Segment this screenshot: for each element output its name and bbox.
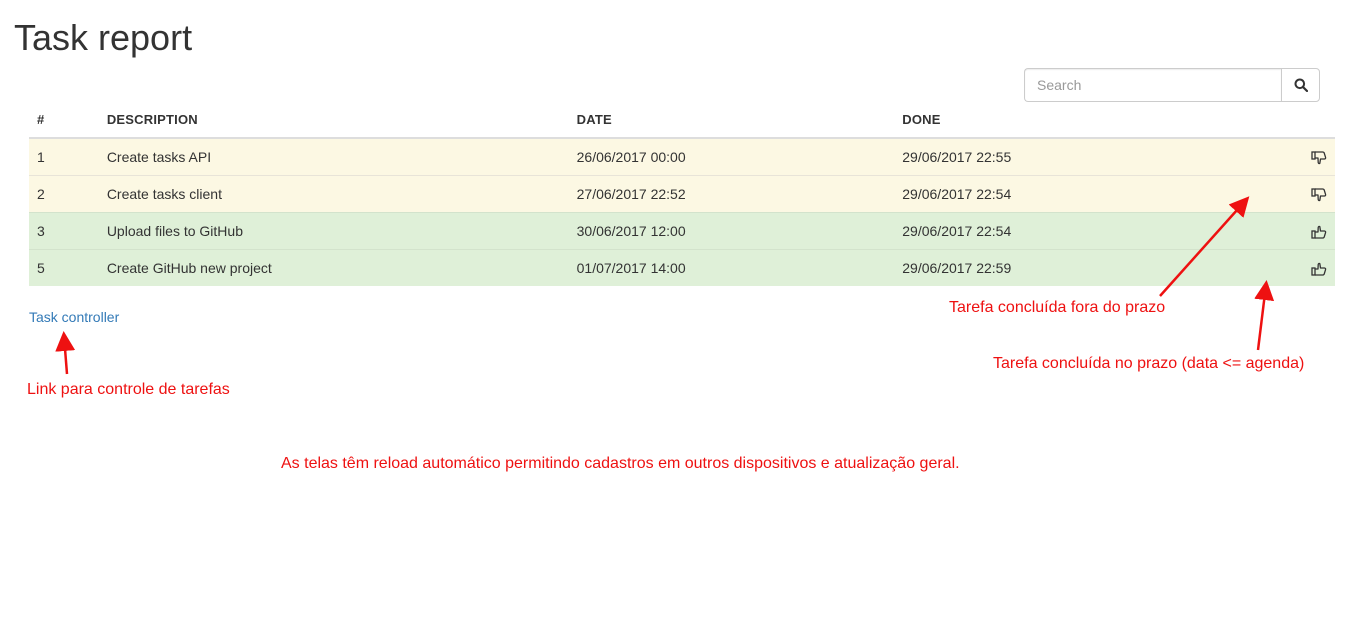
cell-description: Create GitHub new project bbox=[98, 249, 569, 286]
header-done[interactable]: DONE bbox=[894, 102, 1219, 139]
cell-done: 29/06/2017 22:54 bbox=[894, 175, 1219, 213]
cell-description: Create tasks API bbox=[98, 137, 569, 176]
cell-done: 29/06/2017 22:55 bbox=[894, 137, 1219, 176]
cell-num: 5 bbox=[29, 249, 99, 286]
thumbs-up-icon bbox=[1311, 225, 1327, 239]
cell-date: 01/07/2017 14:00 bbox=[568, 249, 895, 286]
annotation-link: Link para controle de tarefas bbox=[27, 381, 230, 398]
cell-num: 1 bbox=[29, 137, 99, 176]
cell-num: 3 bbox=[29, 212, 99, 250]
annotation-reload: As telas têm reload automático permitind… bbox=[281, 455, 960, 472]
annotation-on-time: Tarefa concluída no prazo (data <= agend… bbox=[993, 355, 1305, 372]
table-row[interactable]: 2 Create tasks client 27/06/2017 22:52 2… bbox=[29, 175, 1335, 213]
table-header-row: # DESCRIPTION DATE DONE bbox=[29, 102, 1335, 139]
thumbs-up-icon bbox=[1311, 262, 1327, 276]
page-title: Task report bbox=[14, 17, 193, 58]
cell-status bbox=[1219, 175, 1335, 213]
header-date[interactable]: DATE bbox=[568, 102, 895, 139]
task-table: # DESCRIPTION DATE DONE 1 Create tasks A… bbox=[29, 102, 1335, 286]
header-num[interactable]: # bbox=[29, 102, 99, 139]
cell-status bbox=[1219, 249, 1335, 286]
annotation-late: Tarefa concluída fora do prazo bbox=[949, 299, 1166, 316]
search-icon bbox=[1294, 78, 1308, 92]
cell-status bbox=[1219, 137, 1335, 176]
search-button[interactable] bbox=[1281, 68, 1320, 102]
arrow-link bbox=[55, 331, 76, 375]
header-status bbox=[1219, 102, 1335, 139]
search-input[interactable] bbox=[1024, 68, 1281, 102]
task-controller-link[interactable]: Task controller bbox=[29, 309, 119, 325]
table-row[interactable]: 3 Upload files to GitHub 30/06/2017 12:0… bbox=[29, 212, 1335, 250]
search-group bbox=[1024, 68, 1320, 102]
table-row[interactable]: 5 Create GitHub new project 01/07/2017 1… bbox=[29, 249, 1335, 286]
arrow-on-time bbox=[1254, 280, 1275, 351]
cell-status bbox=[1219, 212, 1335, 250]
table-row[interactable]: 1 Create tasks API 26/06/2017 00:00 29/0… bbox=[29, 137, 1335, 176]
cell-done: 29/06/2017 22:59 bbox=[894, 249, 1219, 286]
cell-description: Upload files to GitHub bbox=[98, 212, 569, 250]
cell-num: 2 bbox=[29, 175, 99, 213]
cell-date: 30/06/2017 12:00 bbox=[568, 212, 895, 250]
cell-date: 27/06/2017 22:52 bbox=[568, 175, 895, 213]
header-description[interactable]: DESCRIPTION bbox=[98, 102, 569, 139]
cell-date: 26/06/2017 00:00 bbox=[568, 137, 895, 176]
cell-done: 29/06/2017 22:54 bbox=[894, 212, 1219, 250]
cell-description: Create tasks client bbox=[98, 175, 569, 213]
thumbs-down-icon bbox=[1311, 151, 1327, 165]
thumbs-down-icon bbox=[1311, 188, 1327, 202]
